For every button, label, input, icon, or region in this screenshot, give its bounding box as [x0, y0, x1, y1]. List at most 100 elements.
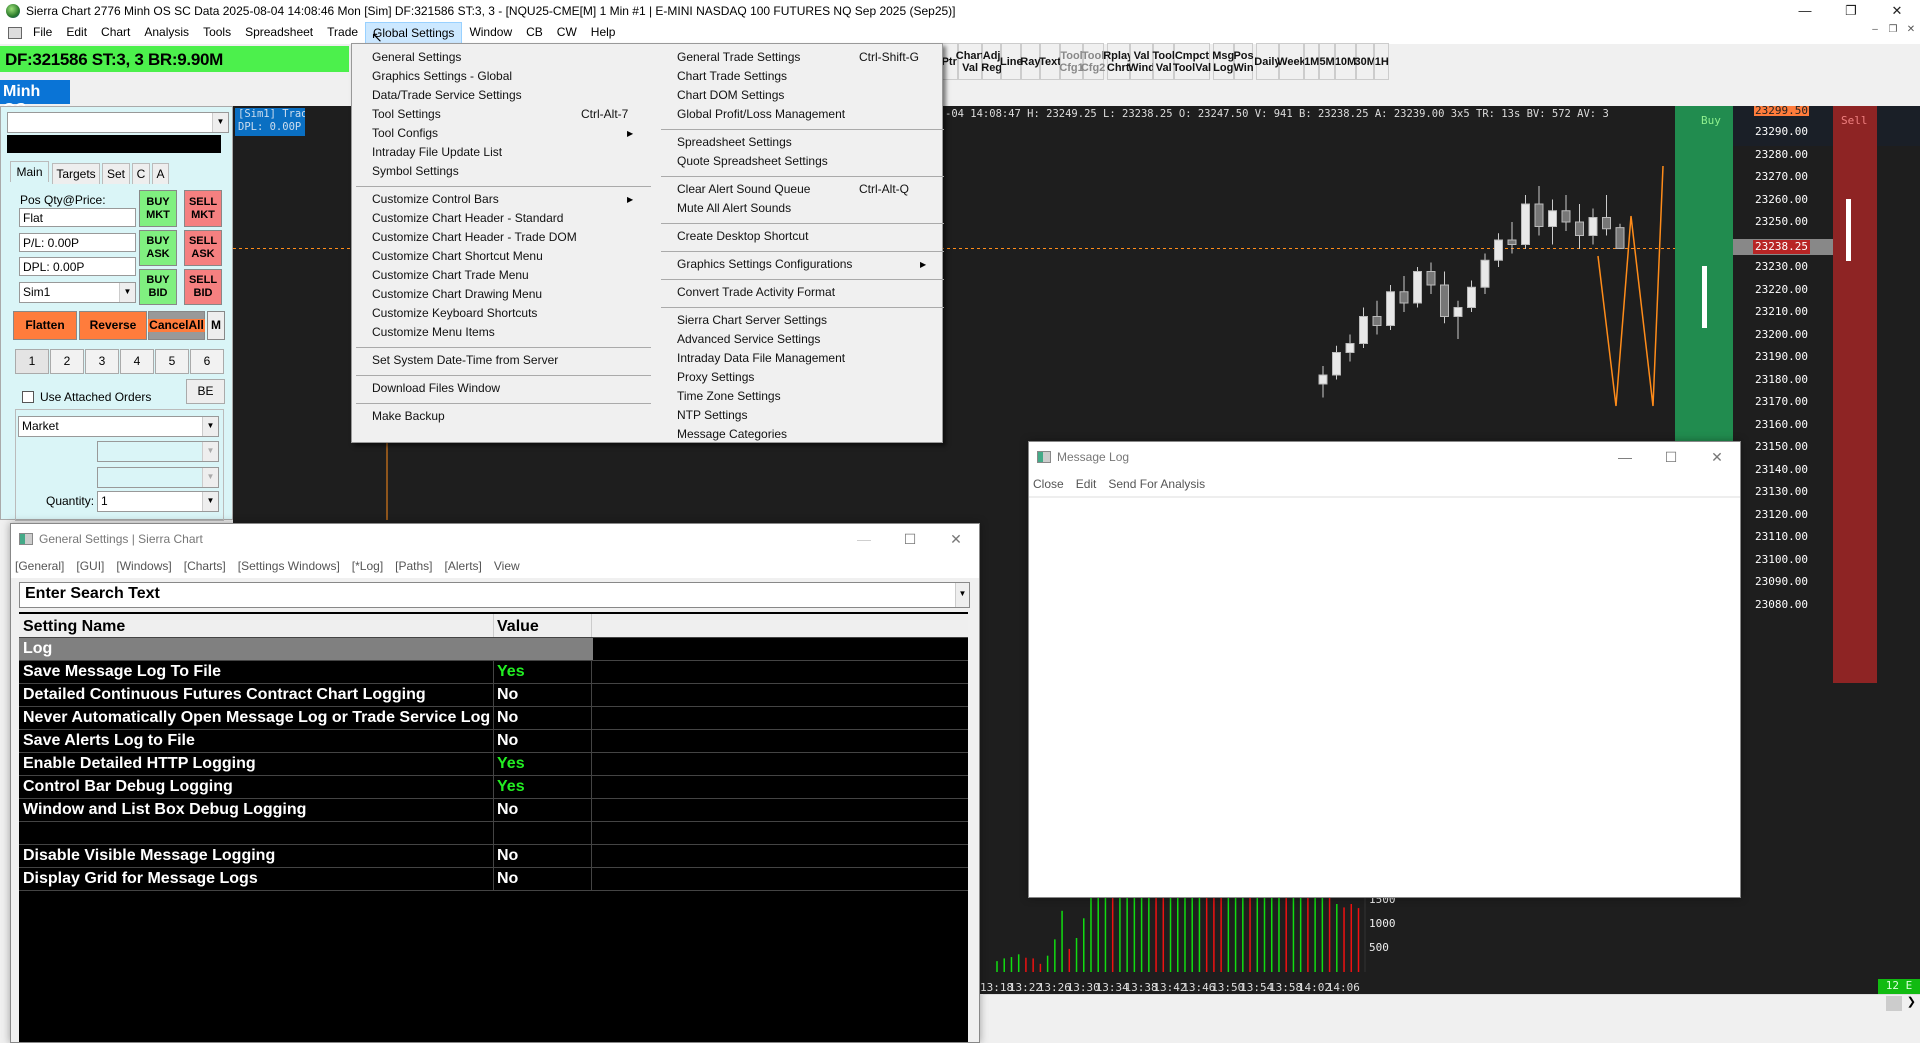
- setting-value[interactable]: No: [494, 684, 592, 706]
- table-row[interactable]: [19, 822, 968, 845]
- maximize-button[interactable]: ☐: [1648, 449, 1694, 466]
- tab-targets[interactable]: Targets: [52, 163, 100, 184]
- menu-item-data-trade-service-settings[interactable]: Data/Trade Service Settings: [372, 88, 522, 102]
- qty-button-1[interactable]: 1: [15, 349, 49, 374]
- menu-item-quote-spreadsheet-settings[interactable]: Quote Spreadsheet Settings: [677, 154, 828, 168]
- setting-value[interactable]: No: [494, 707, 592, 729]
- close-button[interactable]: ✕: [1874, 0, 1920, 22]
- menu-item-set-system-date-time-from-server[interactable]: Set System Date-Time from Server: [372, 353, 558, 367]
- menu-item-convert-trade-activity-format[interactable]: Convert Trade Activity Format: [677, 285, 835, 299]
- menu-item-customize-keyboard-shortcuts[interactable]: Customize Keyboard Shortcuts: [372, 306, 537, 320]
- menu-item-tool-settings[interactable]: Tool Settings: [372, 107, 441, 121]
- settings-menu-paths[interactable]: [Paths]: [395, 554, 432, 578]
- menu-item-customize-chart-header-standard[interactable]: Customize Chart Header - Standard: [372, 211, 563, 225]
- menu-cb[interactable]: CB: [519, 22, 550, 44]
- symbol-select[interactable]: ▼: [7, 112, 229, 133]
- menu-item-customize-menu-items[interactable]: Customize Menu Items: [372, 325, 495, 339]
- menu-item-customize-control-bars[interactable]: Customize Control Bars: [372, 192, 499, 206]
- breakeven-button[interactable]: BE: [186, 379, 225, 404]
- menu-item-graphics-settings-global[interactable]: Graphics Settings - Global: [372, 69, 512, 83]
- toolbar-button-1h[interactable]: 1H: [1374, 43, 1390, 80]
- toolbar-button-daily[interactable]: Daily: [1254, 43, 1281, 80]
- menu-item-make-backup[interactable]: Make Backup: [372, 409, 445, 423]
- menu-cw[interactable]: CW: [550, 22, 584, 44]
- order-type-select[interactable]: Market ▼: [18, 416, 219, 437]
- cancel-all-button[interactable]: CancelAll: [148, 311, 205, 340]
- mdi-minimize-button[interactable]: –: [1866, 24, 1884, 35]
- buy-bid-button[interactable]: BUY BID: [139, 269, 177, 305]
- buy-ask-button[interactable]: BUY ASK: [139, 230, 177, 266]
- setting-value[interactable]: No: [494, 845, 592, 867]
- sell-bid-button[interactable]: SELL BID: [184, 269, 222, 305]
- toolbar-button-adj-reg[interactable]: Adj Reg: [981, 43, 1002, 80]
- minimize-button[interactable]: —: [1782, 0, 1828, 22]
- settings-menu-windows[interactable]: [Windows]: [116, 554, 171, 578]
- toolbar-button-line[interactable]: Line: [1000, 43, 1023, 80]
- setting-value[interactable]: Yes: [494, 661, 592, 683]
- sell-ask-button[interactable]: SELL ASK: [184, 230, 222, 266]
- setting-value[interactable]: Yes: [494, 776, 592, 798]
- message-log-menu-edit[interactable]: Edit: [1076, 472, 1097, 496]
- toolbar-button-5m[interactable]: 5M: [1319, 43, 1336, 80]
- setting-value[interactable]: No: [494, 730, 592, 752]
- mdi-close-button[interactable]: ✕: [1902, 24, 1920, 35]
- toolbar-button-tool-cfg1[interactable]: Tool Cfg1: [1059, 43, 1084, 80]
- toolbar-button-chart-val[interactable]: Chart Val: [956, 43, 984, 80]
- sell-market-button[interactable]: SELL MKT: [184, 190, 222, 227]
- menu-item-intraday-file-update-list[interactable]: Intraday File Update List: [372, 145, 502, 159]
- menu-chart[interactable]: Chart: [94, 22, 137, 44]
- scrollbar-thumb[interactable]: [1886, 996, 1902, 1011]
- quantity-select[interactable]: 1 ▼: [97, 491, 219, 512]
- qty-button-5[interactable]: 5: [155, 349, 189, 374]
- price-2-select[interactable]: ▼: [97, 467, 219, 488]
- setting-value[interactable]: Yes: [494, 753, 592, 775]
- menu-edit[interactable]: Edit: [59, 22, 94, 44]
- table-row[interactable]: Save Alerts Log to File No: [19, 730, 968, 753]
- menu-item-customize-chart-trade-menu[interactable]: Customize Chart Trade Menu: [372, 268, 529, 282]
- toolbar-button-10m[interactable]: 10M: [1335, 43, 1356, 80]
- general-settings-titlebar[interactable]: General Settings | Sierra Chart — ☐ ✕: [11, 524, 979, 554]
- settings-menu-gui[interactable]: [GUI]: [76, 554, 104, 578]
- settings-menu-general[interactable]: [General]: [15, 554, 64, 578]
- chartbook-tab[interactable]: Minh OS: [0, 80, 70, 118]
- menu-item-sierra-chart-server-settings[interactable]: Sierra Chart Server Settings: [677, 313, 827, 327]
- menu-window[interactable]: Window: [462, 22, 519, 44]
- menu-item-message-categories[interactable]: Message Categories: [677, 427, 787, 441]
- buy-market-button[interactable]: BUY MKT: [139, 190, 177, 227]
- menu-item-time-zone-settings[interactable]: Time Zone Settings: [677, 389, 781, 403]
- settings-menu-charts[interactable]: [Charts]: [184, 554, 226, 578]
- menu-item-global-profit-loss-management[interactable]: Global Profit/Loss Management: [677, 107, 845, 121]
- toolbar-button-30m[interactable]: 30M: [1354, 43, 1376, 80]
- menu-item-chart-dom-settings[interactable]: Chart DOM Settings: [677, 88, 784, 102]
- chevron-down-icon[interactable]: ▼: [955, 583, 969, 607]
- close-button[interactable]: ✕: [933, 531, 979, 548]
- tab-c[interactable]: C: [132, 163, 150, 184]
- toolbar-button-1m[interactable]: 1M: [1304, 43, 1319, 80]
- search-input[interactable]: Enter Search Text ▼: [19, 582, 970, 608]
- menu-item-general-trade-settings[interactable]: General Trade Settings: [677, 50, 800, 64]
- close-button[interactable]: ✕: [1694, 449, 1740, 466]
- minimize-button[interactable]: —: [1602, 449, 1648, 466]
- menu-help[interactable]: Help: [584, 22, 623, 44]
- setting-value[interactable]: No: [494, 868, 592, 890]
- tab-a[interactable]: A: [152, 163, 169, 184]
- message-log-titlebar[interactable]: Message Log — ☐ ✕: [1029, 442, 1740, 472]
- price-1-select[interactable]: ▼: [97, 441, 219, 462]
- toolbar-button-rplay-chrt[interactable]: Rplay Chrt: [1103, 43, 1133, 80]
- qty-button-2[interactable]: 2: [50, 349, 84, 374]
- scroll-right-icon[interactable]: ❯: [1907, 995, 1916, 1008]
- menu-item-clear-alert-sound-queue[interactable]: Clear Alert Sound Queue: [677, 182, 810, 196]
- table-row[interactable]: Never Automatically Open Message Log or …: [19, 707, 968, 730]
- table-row[interactable]: Detailed Continuous Futures Contract Cha…: [19, 684, 968, 707]
- message-log-menu-close[interactable]: Close: [1033, 472, 1064, 496]
- toolbar-button-text[interactable]: Text: [1039, 43, 1061, 80]
- menu-item-proxy-settings[interactable]: Proxy Settings: [677, 370, 754, 384]
- maximize-button[interactable]: ☐: [887, 531, 933, 548]
- doc-icon[interactable]: [8, 27, 22, 39]
- tab-set[interactable]: Set: [102, 163, 130, 184]
- table-row[interactable]: Display Grid for Message Logs No: [19, 868, 968, 891]
- menu-trade[interactable]: Trade: [320, 22, 365, 44]
- menu-item-chart-trade-settings[interactable]: Chart Trade Settings: [677, 69, 787, 83]
- menu-item-customize-chart-drawing-menu[interactable]: Customize Chart Drawing Menu: [372, 287, 542, 301]
- table-row[interactable]: Disable Visible Message Logging No: [19, 845, 968, 868]
